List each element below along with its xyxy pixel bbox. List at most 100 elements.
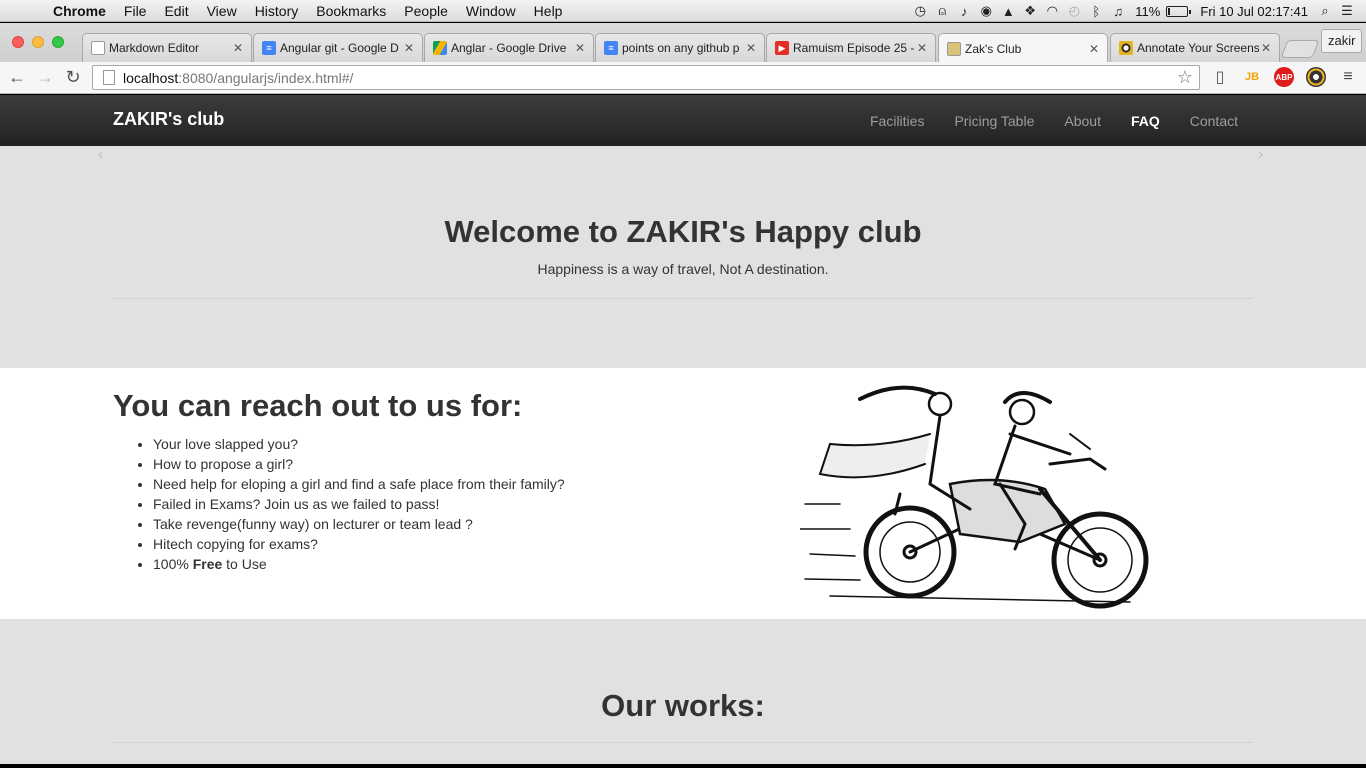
list-item: How to propose a girl? [153, 454, 565, 474]
url-host: localhost [123, 69, 179, 86]
list-item: Take revenge(funny way) on lecturer or t… [153, 514, 565, 534]
nav-link-faq[interactable]: FAQ [1116, 113, 1175, 129]
list-item: Your love slapped you? [153, 434, 565, 454]
hero-tagline: Happiness is a way of travel, Not A dest… [537, 261, 829, 277]
hero-section: ‹ › Welcome to ZAKIR's Happy club Happin… [0, 146, 1366, 368]
carousel-next-icon[interactable]: › [1258, 146, 1263, 164]
works-divider [113, 742, 1253, 743]
carousel-prev-icon[interactable]: ‹ [98, 146, 103, 164]
close-tab-icon[interactable]: ✕ [915, 41, 929, 55]
tab-title: points on any github p [622, 41, 740, 55]
motorcycle-couple-illustration [800, 385, 1149, 609]
menu-file[interactable]: File [115, 3, 156, 19]
menu-bookmarks[interactable]: Bookmarks [307, 3, 395, 19]
drive-icon[interactable]: ▲ [997, 0, 1019, 22]
works-section: Our works: [0, 619, 1366, 764]
tab-zaks-club[interactable]: Zak's Club ✕ [938, 33, 1108, 63]
close-window-button[interactable] [12, 36, 24, 48]
clock[interactable]: Fri 10 Jul 02:17:41 [1194, 4, 1314, 19]
works-title: Our works: [601, 688, 765, 723]
menu-window[interactable]: Window [457, 3, 525, 19]
youtube-icon: ▶ [775, 41, 789, 55]
forward-arrow-icon[interactable]: → [34, 66, 56, 88]
bookmark-star-icon[interactable]: ☆ [1177, 66, 1193, 89]
close-tab-icon[interactable]: ✕ [744, 41, 758, 55]
time-machine-icon[interactable]: ◴ [1063, 0, 1085, 22]
tab-title: Anglar - Google Drive [451, 41, 567, 55]
wifi-icon[interactable]: ◠ [1041, 0, 1063, 22]
list-item: Need help for eloping a girl and find a … [153, 474, 565, 494]
site-nav-links: Facilities Pricing Table About FAQ Conta… [855, 95, 1253, 146]
nav-link-about[interactable]: About [1049, 113, 1116, 129]
list-item-free: 100% Free to Use [153, 554, 565, 574]
battery-percent[interactable]: 11% [1129, 4, 1166, 19]
tab-title: Markdown Editor [109, 41, 200, 55]
tab-title: Ramuism Episode 25 - [793, 41, 915, 55]
site-brand[interactable]: ZAKIR's club [113, 109, 224, 130]
menu-app-name[interactable]: Chrome [44, 3, 115, 19]
annotate-icon [1119, 41, 1133, 55]
close-tab-icon[interactable]: ✕ [1087, 42, 1101, 56]
menu-view[interactable]: View [198, 3, 246, 19]
dropbox-icon[interactable]: ❖ [1019, 0, 1041, 22]
menu-history[interactable]: History [246, 3, 308, 19]
close-tab-icon[interactable]: ✕ [231, 41, 245, 55]
window-controls [12, 36, 64, 48]
list-item: Hitech copying for exams? [153, 534, 565, 554]
tab-title: Annotate Your Screens [1137, 41, 1259, 55]
hero-title: Welcome to ZAKIR's Happy club [444, 214, 922, 249]
reach-section: You can reach out to us for: Your love s… [0, 368, 1366, 619]
tab-annotate[interactable]: Annotate Your Screens ✕ [1110, 33, 1280, 62]
battery-icon[interactable] [1166, 5, 1192, 17]
tab-markdown-editor[interactable]: Markdown Editor ✕ [82, 33, 252, 62]
broadcast-icon[interactable]: ⍝ [931, 0, 953, 22]
close-tab-icon[interactable]: ✕ [1259, 41, 1273, 55]
menu-people[interactable]: People [395, 3, 457, 19]
bell-icon[interactable]: ♪ [953, 0, 975, 22]
document-icon [91, 41, 105, 55]
page-icon [103, 70, 115, 85]
macos-menu-bar: Chrome File Edit View History Bookmarks … [0, 0, 1366, 22]
nav-link-contact[interactable]: Contact [1175, 113, 1253, 129]
menu-help[interactable]: Help [525, 3, 572, 19]
free-suffix: to Use [222, 556, 267, 572]
tab-title: Angular git - Google D [280, 41, 399, 55]
timer-icon[interactable]: ◷ [909, 0, 931, 22]
google-drive-icon [433, 41, 447, 55]
reach-title: You can reach out to us for: [113, 388, 523, 423]
reload-icon[interactable]: ↻ [62, 66, 84, 88]
chrome-menu-icon[interactable]: ≡ [1338, 67, 1358, 87]
tab-anglar-drive[interactable]: Anglar - Google Drive ✕ [424, 33, 594, 62]
nav-link-pricing-table[interactable]: Pricing Table [939, 113, 1049, 129]
google-docs-icon: ≡ [604, 41, 618, 55]
zoom-window-button[interactable] [52, 36, 64, 48]
battery-fill [1168, 7, 1171, 15]
spotlight-search-icon[interactable]: ⌕ [1314, 0, 1336, 22]
tab-angular-git[interactable]: ≡ Angular git - Google D ✕ [253, 33, 423, 62]
circle-app-icon[interactable]: ◉ [975, 0, 997, 22]
close-tab-icon[interactable]: ✕ [573, 41, 587, 55]
nav-link-facilities[interactable]: Facilities [855, 113, 939, 129]
site-navbar: ZAKIR's club Facilities Pricing Table Ab… [0, 95, 1366, 146]
new-tab-button[interactable] [1280, 40, 1320, 58]
close-tab-icon[interactable]: ✕ [402, 41, 416, 55]
notification-center-icon[interactable]: ☰ [1336, 0, 1358, 22]
mobile-device-icon[interactable]: ▯ [1210, 67, 1230, 87]
tab-ramuism[interactable]: ▶ Ramuism Episode 25 - ✕ [766, 33, 936, 62]
menu-edit[interactable]: Edit [155, 3, 197, 19]
status-tray: ◷ ⍝ ♪ ◉ ▲ ❖ ◠ ◴ ᛒ ♫ 11% Fri 10 Jul 02:17… [909, 0, 1358, 22]
jetbrains-extension-icon[interactable]: JB [1242, 67, 1262, 87]
address-bar[interactable]: localhost:8080/angularjs/index.html#/ ☆ [92, 65, 1200, 90]
back-arrow-icon[interactable]: ← [6, 66, 28, 88]
site-icon [947, 41, 961, 56]
bluetooth-icon[interactable]: ᛒ [1085, 0, 1107, 22]
hero-divider [113, 298, 1253, 299]
minimize-window-button[interactable] [32, 36, 44, 48]
volume-icon[interactable]: ♫ [1107, 0, 1129, 22]
profile-button[interactable]: zakir [1321, 29, 1363, 53]
tab-title: Zak's Club [965, 41, 1022, 56]
annotate-extension-icon[interactable] [1306, 67, 1326, 87]
list-item: Failed in Exams? Join us as we failed to… [153, 494, 565, 514]
adblock-plus-icon[interactable]: ABP [1274, 67, 1294, 87]
tab-points-github[interactable]: ≡ points on any github p ✕ [595, 33, 765, 62]
